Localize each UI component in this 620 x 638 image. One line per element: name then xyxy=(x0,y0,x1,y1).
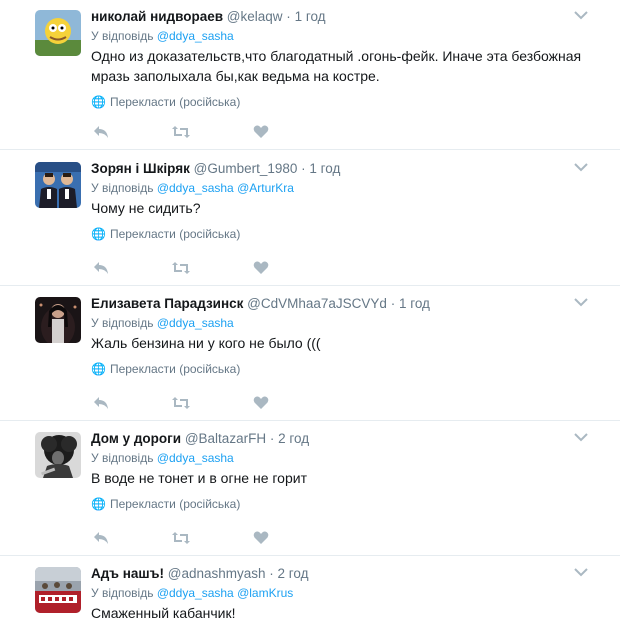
mention-link[interactable]: @ddya_sasha xyxy=(157,451,234,465)
reply-icon[interactable] xyxy=(91,530,111,546)
tweet[interactable]: Елизавета Парадзинск @CdVMhaa7aJSCVYd · … xyxy=(0,287,620,421)
translate-link[interactable]: 🌐 Перекласти (російська) xyxy=(91,95,590,109)
avatar-image xyxy=(35,10,81,56)
mention-link[interactable]: @lamKrus xyxy=(237,586,293,600)
tweet[interactable]: Зорян і Шкіряк @Gumbert_1980 · 1 год У в… xyxy=(0,152,620,286)
avatar-image xyxy=(35,162,81,208)
user-handle[interactable]: @BaltazarFH xyxy=(185,431,266,446)
avatar[interactable] xyxy=(35,297,81,343)
retweet-icon[interactable] xyxy=(171,530,191,546)
tweet[interactable]: Дом у дороги @BaltazarFH · 2 год У відпо… xyxy=(0,422,620,556)
mention-link[interactable]: @ddya_sasha xyxy=(157,586,234,600)
chevron-down-icon[interactable] xyxy=(574,10,588,20)
translate-label: Перекласти (російська) xyxy=(109,497,241,511)
avatar[interactable] xyxy=(35,10,81,56)
display-name[interactable]: Дом у дороги xyxy=(91,431,181,446)
heart-icon[interactable] xyxy=(251,395,271,411)
reply-to-label: У відповідь xyxy=(91,181,154,195)
tweet-text: В воде не тонет и в огне не горит xyxy=(91,470,307,486)
timestamp[interactable]: 1 год xyxy=(309,161,340,176)
mention-link[interactable]: @ddya_sasha xyxy=(157,29,234,43)
avatar[interactable] xyxy=(35,567,81,613)
timestamp[interactable]: 1 год xyxy=(295,9,326,24)
display-name[interactable]: Адъ нашъ! xyxy=(91,566,164,581)
display-name[interactable]: николай нидвораев xyxy=(91,9,223,24)
reply-icon[interactable] xyxy=(91,124,111,140)
translate-link[interactable]: 🌐 Перекласти (російська) xyxy=(91,362,590,376)
avatar-image xyxy=(35,432,81,478)
tweet-text: Одно из доказательств,что благодатный .о… xyxy=(91,48,582,84)
translate-label: Перекласти (російська) xyxy=(109,362,241,376)
chevron-down-icon[interactable] xyxy=(574,432,588,442)
tweet[interactable]: Адъ нашъ! @adnashmyash · 2 год У відпові… xyxy=(0,557,620,638)
translate-link[interactable]: 🌐 Перекласти (російська) xyxy=(91,497,590,511)
avatar[interactable] xyxy=(35,162,81,208)
reply-to-label: У відповідь xyxy=(91,29,154,43)
timestamp[interactable]: 2 год xyxy=(278,431,309,446)
reply-to-label: У відповідь xyxy=(91,316,154,330)
avatar-image xyxy=(35,297,81,343)
heart-icon[interactable] xyxy=(251,124,271,140)
user-handle[interactable]: @Gumbert_1980 xyxy=(194,161,298,176)
chevron-down-icon[interactable] xyxy=(574,297,588,307)
mention-link[interactable]: @ArturKra xyxy=(237,181,294,195)
mention-link[interactable]: @ddya_sasha xyxy=(157,316,234,330)
mention-link[interactable]: @ddya_sasha xyxy=(157,181,234,195)
retweet-icon[interactable] xyxy=(171,395,191,411)
tweet[interactable]: николай нидвораев @kelaqw · 1 год У відп… xyxy=(0,0,620,150)
user-handle[interactable]: @adnashmyash xyxy=(168,566,266,581)
tweet-text: Смаженный кабанчик! xyxy=(91,605,236,621)
display-name[interactable]: Зорян і Шкіряк xyxy=(91,161,190,176)
retweet-icon[interactable] xyxy=(171,124,191,140)
display-name[interactable]: Елизавета Парадзинск xyxy=(91,296,243,311)
avatar-image xyxy=(35,567,81,613)
timestamp[interactable]: 1 год xyxy=(399,296,430,311)
heart-icon[interactable] xyxy=(251,260,271,276)
globe-icon: 🌐 xyxy=(91,497,106,511)
separator: · xyxy=(269,431,275,446)
translate-link[interactable]: 🌐 Перекласти (російська) xyxy=(91,227,590,241)
user-handle[interactable]: @CdVMhaa7aJSCVYd xyxy=(247,296,387,311)
translate-label: Перекласти (російська) xyxy=(109,227,241,241)
chevron-down-icon[interactable] xyxy=(574,567,588,577)
tweet-text: Жаль бензина ни у кого не было ((( xyxy=(91,335,321,351)
reply-to-label: У відповідь xyxy=(91,586,154,600)
separator: · xyxy=(301,161,306,176)
heart-icon[interactable] xyxy=(251,530,271,546)
separator: · xyxy=(390,296,396,311)
translate-label: Перекласти (російська) xyxy=(109,95,241,109)
reply-to-label: У відповідь xyxy=(91,451,154,465)
user-handle[interactable]: @kelaqw xyxy=(227,9,283,24)
tweet-text: Чому не сидить? xyxy=(91,200,201,216)
globe-icon: 🌐 xyxy=(91,95,106,109)
reply-icon[interactable] xyxy=(91,395,111,411)
avatar[interactable] xyxy=(35,432,81,478)
separator: · xyxy=(269,566,274,581)
separator: · xyxy=(286,9,291,24)
retweet-icon[interactable] xyxy=(171,260,191,276)
globe-icon: 🌐 xyxy=(91,362,106,376)
chevron-down-icon[interactable] xyxy=(574,162,588,172)
reply-icon[interactable] xyxy=(91,260,111,276)
reply-feed: николай нидвораев @kelaqw · 1 год У відп… xyxy=(0,0,620,638)
timestamp[interactable]: 2 год xyxy=(278,566,309,581)
globe-icon: 🌐 xyxy=(91,227,106,241)
